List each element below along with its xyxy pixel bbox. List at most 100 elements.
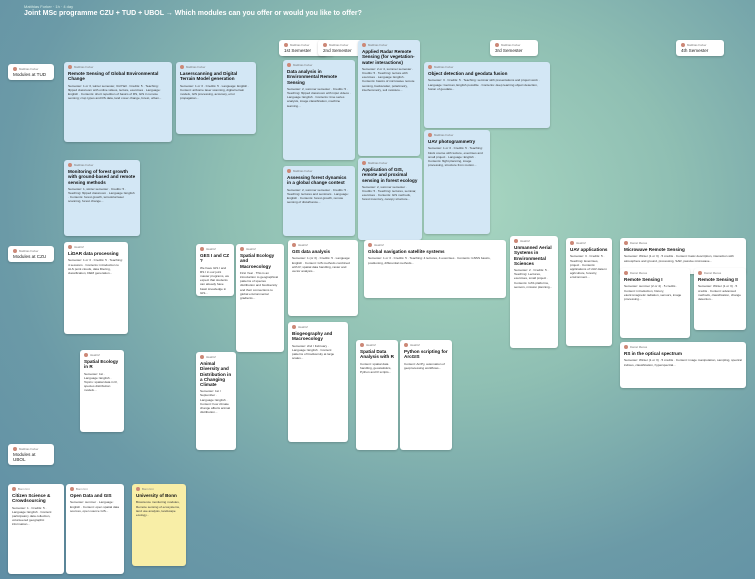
card-application-gis[interactable]: Matthias Forker Application of GIS, remo… [358, 158, 422, 240]
card-open-data[interactable]: Bonn Uni Open Data and GIS Semester: sum… [66, 484, 124, 574]
avatar-icon [624, 241, 628, 246]
avatar-icon [570, 241, 574, 246]
card-body: Semester: 1 or 3, winter semester, 3rd H… [68, 83, 162, 101]
avatar-icon [362, 161, 366, 166]
card-title: Object detection and geodata fusion [428, 71, 508, 77]
author: Bonn Uni [142, 487, 154, 491]
label-ubol[interactable]: Matthias Forker Modules at UBOL [8, 444, 54, 465]
card-rs1[interactable]: Daniel Menas Remote Sensing I Semester: … [620, 268, 690, 338]
author: Matthias Forker [74, 163, 94, 167]
avatar-icon [323, 43, 327, 47]
card-body: Semester: 1, winter semester · Credits: … [68, 186, 135, 204]
label-tud[interactable]: Matthias Forker Modules at TUD [8, 64, 54, 80]
card-ges-cz[interactable]: IdealCZ GES I and CZ ? We have GIS I and… [196, 244, 234, 296]
card-body: Semester: summer · Language: English · C… [70, 500, 120, 513]
label-sem3[interactable]: Matthias Forker 3rd Semester [490, 40, 538, 56]
author: Matthias Forker [19, 249, 39, 253]
card-spatial-eco-r[interactable]: IdealCZ Spatial Ecology in R Semester: 1… [80, 350, 124, 432]
card-title: Remote Sensing II [698, 277, 738, 283]
author: IdealCZ [246, 247, 256, 251]
card-uni-bonn[interactable]: Bonn Uni University of Bonn Bioscience m… [132, 484, 186, 566]
author: IdealCZ [90, 353, 100, 357]
card-biogeo[interactable]: IdealCZ Biogeography and Macroecology Se… [288, 322, 348, 442]
card-uav[interactable]: Matthias Forker UAV photogrammetry Semes… [424, 130, 490, 234]
author: Daniel Menas [704, 271, 722, 275]
card-title: Global navigation satellite systems [368, 249, 445, 255]
avatar-icon [200, 247, 204, 252]
card-gis-data[interactable]: IdealCZ GIS data analysis Semester: 1 (o… [288, 240, 358, 316]
card-data-env[interactable]: Matthias Forker Data analysis in Environ… [283, 60, 355, 160]
card-rs2[interactable]: Daniel Menas Remote Sensing II Semester:… [694, 268, 746, 330]
card-monitoring-forest[interactable]: Matthias Forker Monitoring of forest gro… [64, 160, 140, 236]
card-title: UAV photogrammetry [428, 139, 476, 145]
avatar-icon [495, 43, 499, 47]
avatar-icon [624, 271, 628, 276]
avatar-icon [287, 169, 291, 174]
author: Daniel Menas [630, 241, 648, 245]
label-text: 3rd Semester [495, 48, 523, 53]
avatar-icon [287, 63, 291, 68]
card-uav-apps[interactable]: IdealCZ UAV applications Semester: 3 · C… [566, 238, 612, 346]
card-rs-optical[interactable]: Daniel Menas RS in the optical spectrum … [620, 342, 746, 388]
author: Matthias Forker [368, 43, 388, 47]
card-laser[interactable]: Matthias Forker Laserscanning and Digita… [176, 62, 256, 134]
card-applied-rs[interactable]: Matthias Forker Applied Radar Remote Sen… [358, 40, 420, 156]
label-czu[interactable]: Matthias Forker Modules at CZU [8, 246, 54, 262]
card-title: Application of GIS, remote and proximal … [362, 167, 418, 183]
avatar-icon [13, 249, 17, 253]
card-title: Python scripting for ArcGIS [404, 349, 448, 360]
card-title: Spatial Ecology and Macroecology [240, 253, 275, 269]
author: Matthias Forker [293, 63, 313, 67]
card-title: Biogeography and Macroecology [292, 331, 333, 342]
card-uas[interactable]: IdealCZ Unmanned Aerial Systems in Envir… [510, 236, 558, 348]
card-citizen[interactable]: Bonn Uni Citizen Science & Crowdsourcing… [8, 484, 64, 574]
author: Bonn Uni [76, 487, 88, 491]
avatar-icon [12, 487, 16, 492]
card-title: Citizen Science & Crowdsourcing [12, 493, 51, 504]
avatar-icon [84, 353, 88, 358]
card-title: Spatial Data Analysis with R [360, 349, 394, 360]
card-title: Microwave Remote Sensing [624, 247, 685, 253]
avatar-icon [362, 43, 366, 48]
avatar-icon [68, 65, 72, 70]
card-body: Semester: Winter (1 or 3) · 5 credits · … [698, 284, 741, 302]
card-animal[interactable]: IdealCZ Animal Diversity and Distributio… [196, 352, 236, 450]
board-meta: Matthias Forker · 1h · 4 day [24, 4, 74, 9]
card-python-arcgis[interactable]: IdealCZ Python scripting for ArcGIS Cont… [400, 340, 452, 450]
author: Matthias Forker [434, 65, 454, 69]
card-object-geo[interactable]: Matthias Forker Object detection and geo… [424, 62, 550, 128]
avatar-icon [68, 163, 72, 168]
card-title: Remote Sensing of Global Environmental C… [68, 71, 159, 82]
card-lidar[interactable]: IdealCZ LiDAR data processing Semester: … [64, 242, 128, 334]
author: Matthias Forker [434, 133, 454, 137]
card-global-nav[interactable]: IdealCZ Global navigation satellite syst… [364, 240, 506, 298]
label-text: 2nd Semester [323, 48, 352, 53]
author: IdealCZ [366, 343, 376, 347]
author: IdealCZ [74, 245, 84, 249]
card-title: Data analysis in Environmental Remote Se… [287, 69, 338, 85]
card-body: Semester: 2, summer semester · Credits: … [287, 187, 349, 205]
label-sem4[interactable]: Matthias Forker 4th Semester [676, 40, 724, 56]
avatar-icon [428, 65, 432, 70]
avatar-icon [368, 243, 372, 248]
card-body: Semester: 1 or 3 · Credits: 5 · Teaching… [428, 146, 483, 168]
author: Matthias Forker [290, 43, 310, 47]
card-body: Semester: 1 (or 3) · Credits: 5 · Langua… [292, 256, 351, 274]
card-spatial-python[interactable]: IdealCZ Spatial Data Analysis with R Con… [356, 340, 398, 450]
card-rs-global[interactable]: Matthias Forker Remote Sensing of Global… [64, 62, 172, 142]
card-forest-dynamics[interactable]: Matthias Forker Assessing forest dynamic… [283, 166, 355, 236]
card-body: Semester: 1st · Language: English · Topi… [84, 371, 118, 393]
avatar-icon [180, 65, 184, 70]
card-body: Semester: 1 · Credits: 5 · Language: Eng… [12, 505, 53, 527]
author: IdealCZ [298, 325, 308, 329]
card-title: University of Bonn [136, 493, 177, 499]
avatar-icon [200, 355, 204, 360]
avatar-icon [70, 487, 74, 492]
author: Daniel Menas [630, 271, 648, 275]
avatar-icon [360, 343, 364, 348]
avatar-icon [284, 43, 288, 47]
author: IdealCZ [298, 243, 308, 247]
card-spatial-eco[interactable]: IdealCZ Spatial Ecology and Macroecology… [236, 244, 284, 352]
card-body: Bioscience monitoring modules, Remote se… [136, 500, 180, 518]
label-text: Modules at TUD [13, 72, 47, 77]
